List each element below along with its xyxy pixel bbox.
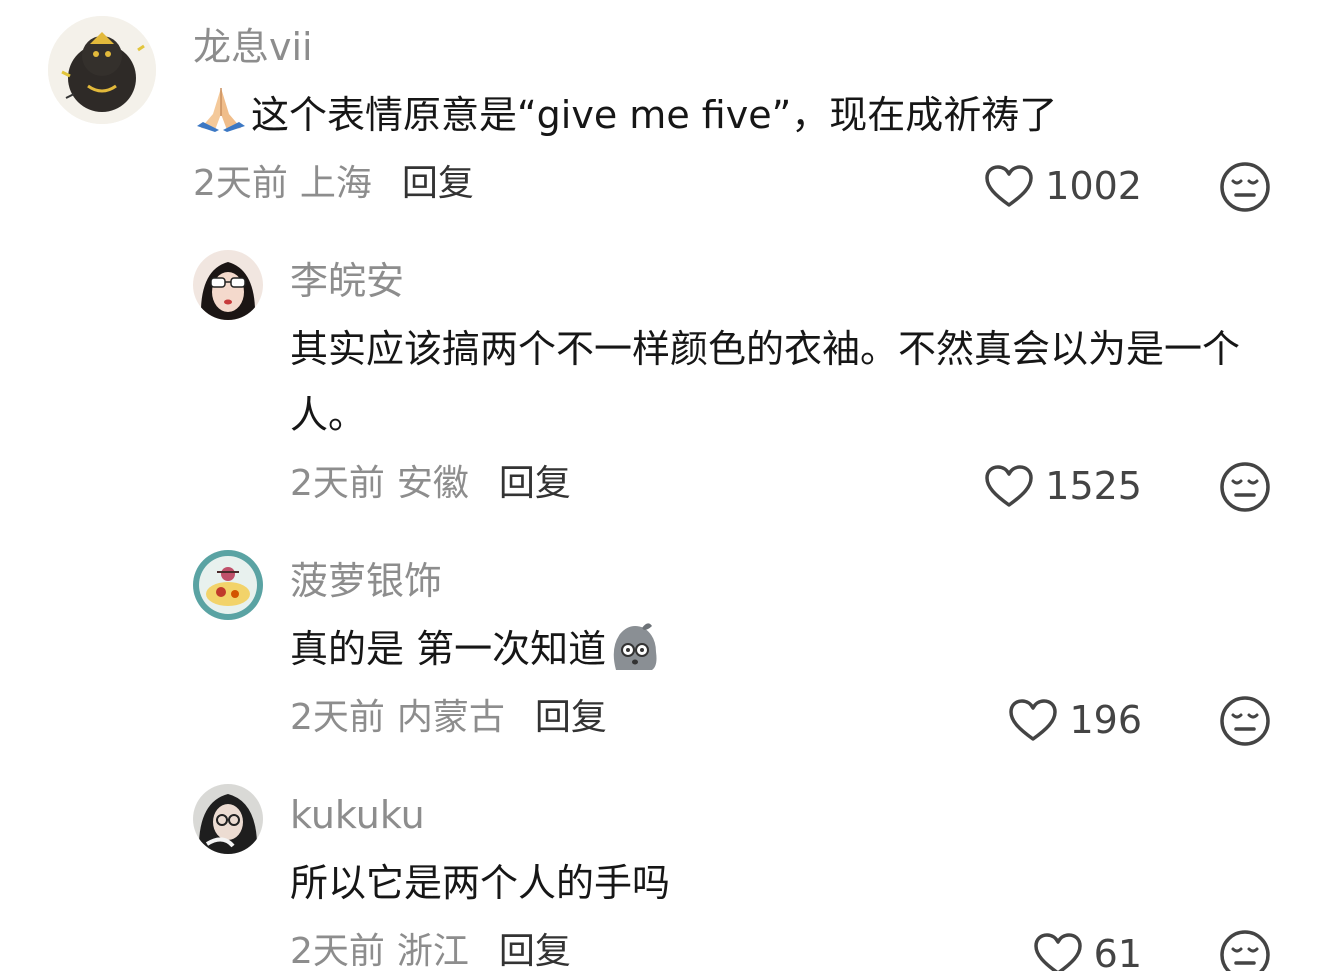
surprised-ghost-sticker bbox=[606, 618, 660, 674]
comment-meta: 2天前 内蒙古 回复 bbox=[290, 696, 607, 740]
meh-face-icon bbox=[1219, 161, 1271, 213]
heart-outline-icon bbox=[1032, 931, 1084, 971]
comment-meta: 2天前 安徽 回复 bbox=[290, 462, 571, 506]
comment-item: 龙息vii 这个表情原意是“give me five”，现在成祈祷了 2天前 上海… bbox=[0, 0, 1320, 230]
comment-text: 真的是 第一次知道 bbox=[290, 616, 1260, 682]
avatar[interactable] bbox=[48, 16, 156, 124]
dislike-button[interactable] bbox=[1219, 161, 1271, 213]
comment-text: 这个表情原意是“give me five”，现在成祈祷了 bbox=[193, 82, 1253, 148]
comment-location: 浙江 bbox=[396, 931, 469, 971]
comment-time: 2天前 bbox=[290, 931, 385, 971]
comment-location: 安徽 bbox=[396, 463, 469, 504]
dislike-button[interactable] bbox=[1219, 695, 1271, 747]
like-count: 1525 bbox=[1045, 464, 1142, 508]
meh-face-icon bbox=[1219, 929, 1271, 971]
comment-item: 李皖安 其实应该搞两个不一样颜色的衣袖。不然真会以为是一个人。 2天前 安徽 回复 … bbox=[0, 230, 1320, 530]
dislike-button[interactable] bbox=[1219, 929, 1271, 971]
comment-item: 菠萝银饰 真的是 第一次知道 2天前 内蒙古 回复 196 bbox=[0, 530, 1320, 770]
comment-location: 内蒙古 bbox=[396, 697, 505, 738]
like-count: 1002 bbox=[1045, 164, 1142, 208]
comment-location: 上海 bbox=[299, 163, 372, 204]
username[interactable]: kukuku bbox=[290, 792, 425, 838]
folded-hands-emoji bbox=[193, 84, 249, 134]
avatar[interactable] bbox=[193, 250, 263, 320]
like-count: 196 bbox=[1069, 698, 1142, 742]
avatar[interactable] bbox=[193, 784, 263, 854]
heart-outline-icon bbox=[983, 463, 1035, 509]
comment-time: 2天前 bbox=[193, 163, 288, 204]
meh-face-icon bbox=[1219, 461, 1271, 513]
heart-outline-icon bbox=[1007, 697, 1059, 743]
comment-meta: 2天前 上海 回复 bbox=[193, 162, 474, 206]
meh-face-icon bbox=[1219, 695, 1271, 747]
avatar[interactable] bbox=[193, 550, 263, 620]
comment-meta: 2天前 浙江 回复 bbox=[290, 930, 571, 971]
like-button[interactable]: 196 bbox=[922, 697, 1142, 743]
like-button[interactable]: 61 bbox=[922, 931, 1142, 971]
username[interactable]: 菠萝银饰 bbox=[290, 558, 442, 604]
comment-text-body: 这个表情原意是“give me five”，现在成祈祷了 bbox=[251, 93, 1058, 137]
comment-text: 其实应该搞两个不一样颜色的衣袖。不然真会以为是一个人。 bbox=[290, 327, 1241, 437]
reply-button[interactable]: 回复 bbox=[499, 463, 571, 504]
comment-item: kukuku 所以它是两个人的手吗 2天前 浙江 回复 61 bbox=[0, 770, 1320, 971]
comment-time: 2天前 bbox=[290, 697, 385, 738]
comment-time: 2天前 bbox=[290, 463, 385, 504]
heart-outline-icon bbox=[983, 163, 1035, 209]
reply-button[interactable]: 回复 bbox=[535, 697, 607, 738]
like-button[interactable]: 1525 bbox=[922, 463, 1142, 509]
username[interactable]: 李皖安 bbox=[290, 258, 404, 304]
reply-button[interactable]: 回复 bbox=[499, 931, 571, 971]
comment-text-body: 真的是 第一次知道 bbox=[290, 627, 607, 671]
like-button[interactable]: 1002 bbox=[922, 163, 1142, 209]
username[interactable]: 龙息vii bbox=[193, 24, 313, 70]
dislike-button[interactable] bbox=[1219, 461, 1271, 513]
comment-text: 所以它是两个人的手吗 bbox=[290, 861, 671, 905]
reply-button[interactable]: 回复 bbox=[402, 163, 474, 204]
comment-list: 龙息vii 这个表情原意是“give me five”，现在成祈祷了 2天前 上海… bbox=[0, 0, 1320, 971]
like-count: 61 bbox=[1093, 932, 1142, 971]
